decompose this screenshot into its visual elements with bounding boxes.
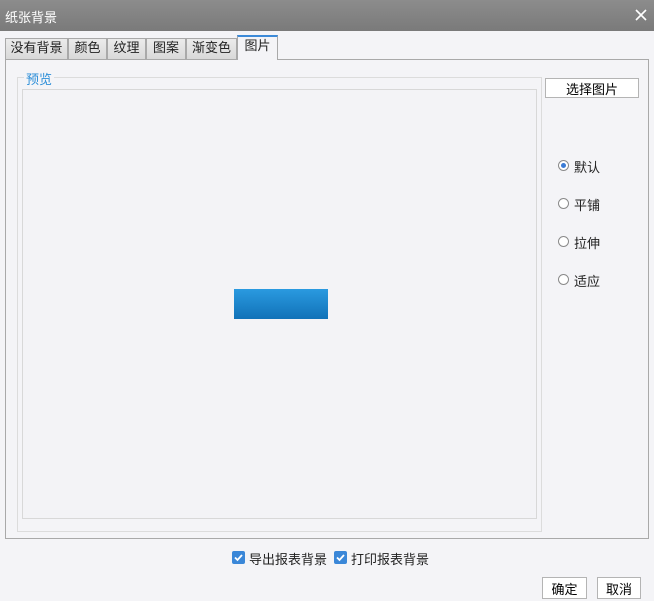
tab-gradient[interactable]: 渐变色 xyxy=(186,38,237,59)
radio-unchecked-icon[interactable] xyxy=(558,274,569,285)
title-bar: 纸张背景 xyxy=(0,0,654,31)
print-background-label: 打印报表背景 xyxy=(351,553,430,568)
radio-label-tile: 平铺 xyxy=(574,199,601,214)
preview-group: 预览 xyxy=(17,69,542,532)
window-title: 纸张背景 xyxy=(5,11,58,26)
tab-texture[interactable]: 纹理 xyxy=(107,38,146,59)
close-icon[interactable] xyxy=(632,6,650,24)
radio-label-stretch: 拉伸 xyxy=(574,237,601,252)
cancel-button[interactable]: 取消 xyxy=(597,577,641,599)
preview-legend: 预览 xyxy=(24,69,55,88)
tab-no-background[interactable]: 没有背景 xyxy=(5,38,68,59)
radio-checked-icon[interactable] xyxy=(558,160,569,171)
radio-label-default: 默认 xyxy=(574,161,601,176)
tab-color[interactable]: 颜色 xyxy=(68,38,107,59)
radio-unchecked-icon[interactable] xyxy=(558,236,569,247)
preview-image xyxy=(234,289,328,319)
radio-unchecked-icon[interactable] xyxy=(558,198,569,209)
tab-image[interactable]: 图片 xyxy=(237,35,278,60)
export-background-label: 导出报表背景 xyxy=(249,553,328,568)
tab-panel-image: 预览 选择图片 默认 平铺 拉伸 适应 xyxy=(5,59,649,539)
ok-button[interactable]: 确定 xyxy=(542,577,587,599)
checkbox-checked-icon[interactable] xyxy=(334,551,347,564)
radio-label-fit: 适应 xyxy=(574,275,601,290)
checkbox-checked-icon[interactable] xyxy=(232,551,245,564)
select-image-button[interactable]: 选择图片 xyxy=(545,78,639,98)
preview-area xyxy=(22,89,537,519)
tab-pattern[interactable]: 图案 xyxy=(146,38,186,59)
